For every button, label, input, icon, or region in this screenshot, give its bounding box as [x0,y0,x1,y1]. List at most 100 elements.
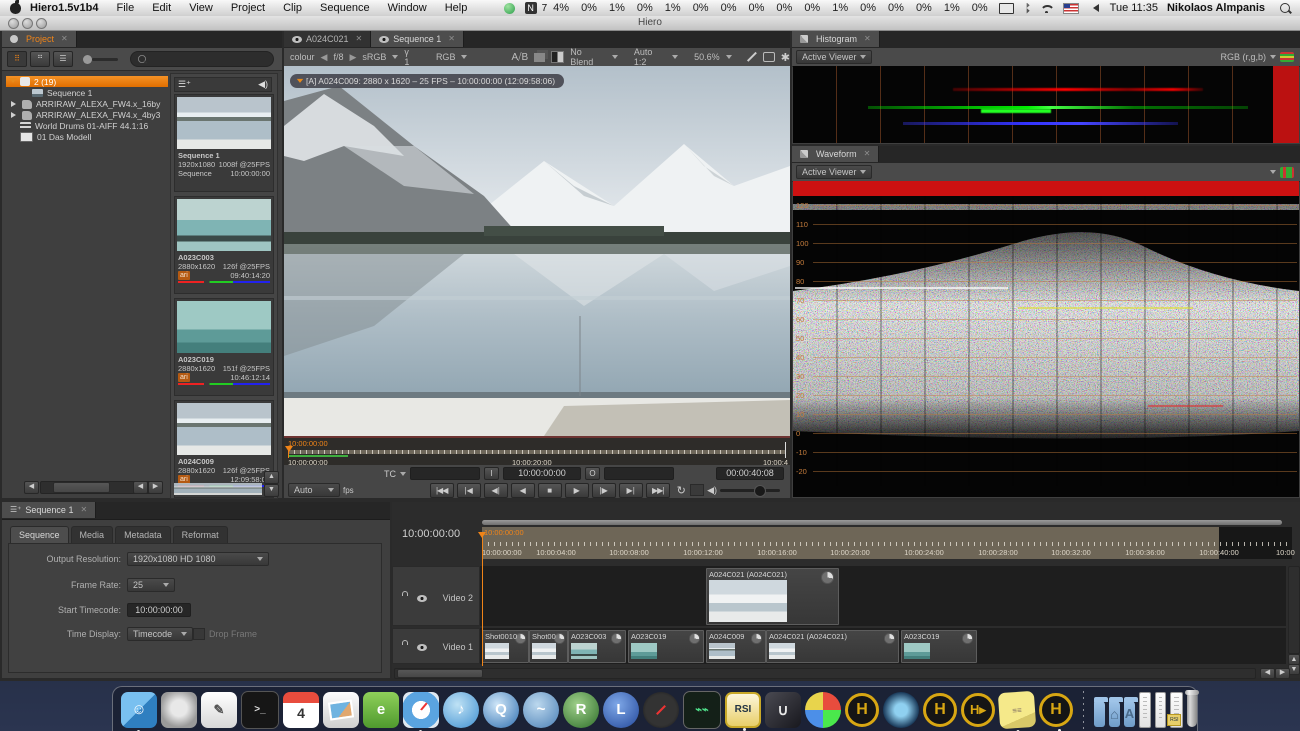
folder-library-icon[interactable]: ⌂ [1109,701,1120,727]
timeline-current-tc[interactable]: 10:00:00:00 [402,528,478,540]
close-icon[interactable]: ✕ [80,502,87,518]
close-icon[interactable]: ✕ [864,31,871,47]
hieroplayer-icon[interactable]: H▸ [961,693,995,727]
evernote-icon[interactable]: e [363,692,399,728]
parade-icon[interactable] [1280,167,1294,178]
tree-item-das-modell[interactable]: 01 Das Modell [6,132,168,142]
status-icon[interactable] [504,3,515,14]
close-icon[interactable]: ✕ [448,31,455,47]
guides-icon[interactable] [763,52,775,62]
viewer-info-chip[interactable]: [A] A024C009: 2880 x 1620 – 25 FPS – 10:… [290,74,564,88]
quicktime-icon[interactable]: Q [483,692,519,728]
track-header-video2[interactable]: Video 2 [392,566,480,626]
hscroll-thumb[interactable] [53,482,110,493]
timeline-clip-a023c019[interactable]: A023C019 [628,630,704,663]
disk-utility-icon[interactable] [161,692,197,728]
textedit-icon[interactable]: ✎ [201,692,237,728]
start-timecode-field[interactable]: 10:00:00:00 [127,603,191,617]
viewer-tab-sequence1[interactable]: Sequence 1✕ [371,31,464,47]
hscroll-left-button[interactable]: ◀ [24,481,39,494]
hscroll-right-button[interactable]: ▶ [148,481,163,494]
out-point-field[interactable] [604,467,674,480]
apple-menu-icon[interactable] [10,3,21,14]
exposure-value[interactable]: f/8 [333,52,343,62]
bin-item-a023c019[interactable]: A023C019 2880x1620151f @25FPS ari10:46:1… [174,298,274,396]
track-lane-video2[interactable]: A024C021 (A024C021) [480,566,1286,626]
close-icon[interactable]: ✕ [356,31,363,47]
subtab-media[interactable]: Media [71,526,114,543]
tab-waveform[interactable]: Waveform✕ [792,146,879,162]
tree-item-audio[interactable]: World Drums 01-AIFF 44.1:16 [6,121,168,131]
goto-end-button[interactable]: ▶▶| [646,483,670,498]
clip-fx-icon[interactable] [962,633,973,644]
minimized-window-rsi[interactable]: RSI [1170,692,1183,728]
menu-file[interactable]: File [107,2,143,14]
minimized-window-1[interactable] [1139,692,1151,728]
finder-icon[interactable]: ☺ [121,692,157,728]
green-r-app-icon[interactable]: R [563,692,599,728]
davinci-resolve-icon[interactable] [805,692,841,728]
blue-swirl-app-icon[interactable]: L [603,692,639,728]
colorspace-select[interactable]: sRGB [362,52,386,62]
unicorn-app-icon[interactable]: ∪ [765,692,801,728]
zoom-select[interactable]: 50.6% [694,52,720,62]
tab-histogram[interactable]: Histogram✕ [792,31,880,47]
hiero-3-icon[interactable]: H [1039,693,1073,727]
bin-item-sequence1[interactable]: Sequence 1 1920x10801008f @25FPS Sequenc… [174,94,274,192]
channel-layers-icon[interactable] [1280,52,1294,62]
grid-view-button[interactable]: ⠿ [7,51,27,67]
subtab-reformat[interactable]: Reformat [173,526,228,543]
wipe-icon[interactable] [551,51,565,63]
volume-slider-handle[interactable] [754,485,766,497]
play-reverse-button[interactable]: ◀ [511,483,535,498]
timeline-clip-a023c003[interactable]: A023C003 [568,630,626,663]
wifi-icon[interactable] [1040,4,1053,13]
expander-icon[interactable] [11,112,19,118]
stack-mode-icon[interactable] [534,53,545,62]
menu-view[interactable]: View [180,2,222,14]
thumb-size-slider[interactable] [92,58,118,61]
bluetooth-icon[interactable] [1024,3,1030,14]
waveform-mode-caret[interactable] [1270,170,1276,177]
clip-fx-icon[interactable] [689,633,700,644]
timeline-hscrollbar[interactable] [394,668,1256,679]
activity-monitor-icon[interactable]: ⌁⌁ [683,691,721,729]
histogram-mode-select[interactable]: RGB (r,g,b) [1220,52,1266,62]
app-menu[interactable]: Hiero1.5v1b4 [21,2,107,14]
display-channel-select[interactable]: RGB [436,52,456,62]
hiero-icon[interactable]: H [845,693,879,727]
in-point-field[interactable] [410,467,480,480]
subtab-sequence[interactable]: Sequence [10,526,69,543]
proxy-select[interactable]: Auto 1:2 [634,47,666,67]
frame-rate-select[interactable]: 25 [127,578,175,592]
ab-compare-icon[interactable]: A⧸B [511,52,528,63]
fps-select[interactable]: Auto [288,483,340,497]
timeline-vscrollbar[interactable] [1288,566,1300,654]
track-header-video1[interactable]: Video 1 [392,628,480,664]
timeline-clip-a023c019-2[interactable]: A023C019 [901,630,977,663]
volume-menu-icon[interactable] [1089,4,1099,12]
subtab-metadata[interactable]: Metadata [115,526,171,543]
timeline-clip-a024c009[interactable]: A024C009 [706,630,766,663]
waveform-source-select[interactable]: Active Viewer [796,165,872,179]
timeline-zoom-bar[interactable] [482,520,1282,525]
exposure-inc-icon[interactable]: ▶ [349,52,356,63]
folder-documents-icon[interactable] [1094,701,1105,727]
viewer-tab-a024c021[interactable]: A024C021✕ [284,31,371,47]
tree-item-sequence[interactable]: Sequence 1 [6,88,168,98]
sort-settings-icon[interactable]: ☰⁺ [178,79,191,90]
menu-project[interactable]: Project [222,2,274,14]
list-view-button[interactable]: ⠛ [30,51,50,67]
window-titlebar[interactable]: Hiero [0,16,1300,31]
mute-checkbox[interactable] [690,484,704,496]
camera-app-icon[interactable] [883,692,919,728]
tree-item-arriraw-16by9[interactable]: ARRIRAW_ALEXA_FW4.x_16by [6,99,168,109]
volume-slider[interactable] [720,489,780,492]
blend-mode-select[interactable]: No Blend [570,47,606,67]
timeline-clip-a024c021-v1[interactable]: A024C021 (A024C021) [766,630,899,663]
time-display-select[interactable]: Timecode [127,627,193,641]
openoffice-icon[interactable]: ~ [523,692,559,728]
timeline-clip-shot0010[interactable]: Shot0010 [482,630,529,663]
viewer-scrubber[interactable]: 10:00:00:00 10:00:00:00 10:00:20:00 10:0… [284,436,790,467]
iphoto-icon[interactable] [323,692,359,728]
